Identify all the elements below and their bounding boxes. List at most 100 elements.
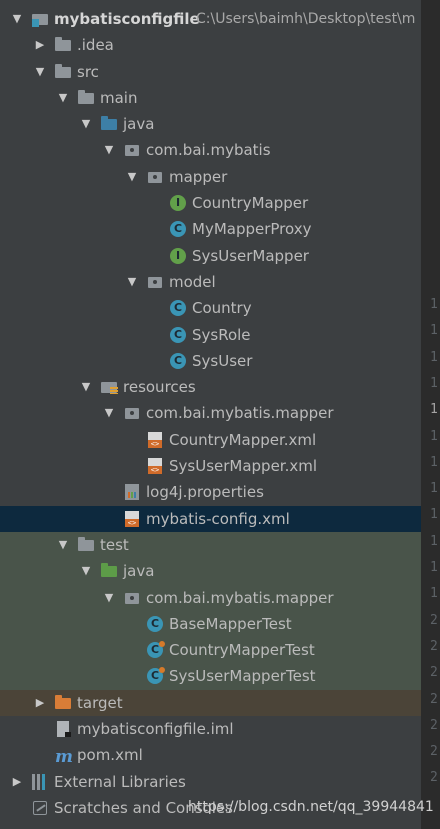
tree-node-label: mybatis-config.xml — [146, 509, 290, 528]
tree-node-label: java — [123, 115, 155, 134]
tree-node-test-pkg[interactable]: ▼ com.bai.mybatis.mapper — [0, 584, 421, 611]
tree-node-main[interactable]: ▼ main — [0, 85, 421, 111]
tree-node-extlibs[interactable]: ▶ External Libraries — [0, 769, 421, 795]
tree-node-main-java[interactable]: ▼ java — [0, 111, 421, 137]
class-icon: C — [170, 221, 186, 238]
package-icon — [124, 405, 140, 421]
chevron-down-icon[interactable]: ▼ — [79, 374, 93, 400]
xml-file-icon — [147, 458, 163, 475]
libraries-icon — [32, 773, 48, 790]
gutter-line-number: 1 — [430, 428, 438, 444]
watermark-url: https://blog.csdn.net/qq_39944841 — [188, 799, 434, 815]
resources-folder-icon — [101, 379, 118, 395]
tree-node-SysUser[interactable]: C SysUser — [0, 348, 421, 374]
tree-node-label: log4j.properties — [146, 483, 264, 502]
properties-file-icon — [124, 484, 140, 501]
chevron-right-icon[interactable]: ▶ — [33, 32, 47, 58]
tree-node-label: Country — [192, 299, 252, 318]
iml-file-icon — [55, 721, 71, 738]
gutter-line-number: 1 — [430, 402, 438, 418]
tree-node-BaseMapperTest[interactable]: C BaseMapperTest — [0, 610, 421, 638]
tree-node-label: pom.xml — [77, 746, 143, 765]
tree-node-SysUserMapperTest[interactable]: C SysUserMapperTest — [0, 663, 421, 690]
tree-node-CountryMapper[interactable]: I CountryMapper — [0, 190, 421, 216]
tree-node-SysUserMapper[interactable]: I SysUserMapper — [0, 243, 421, 269]
tree-node-label: com.bai.mybatis.mapper — [146, 588, 334, 607]
gutter-line-number: 2 — [430, 717, 438, 733]
tree-node-label: SysRole — [192, 325, 251, 344]
gutter-line-number: 2 — [430, 665, 438, 681]
xml-file-icon — [147, 431, 163, 448]
chevron-down-icon[interactable]: ▼ — [56, 85, 70, 111]
gutter-line-number: 1 — [430, 297, 438, 312]
tree-node-res-pkg[interactable]: ▼ com.bai.mybatis.mapper — [0, 400, 421, 426]
source-folder-icon — [101, 116, 117, 132]
chevron-down-icon[interactable]: ▼ — [33, 59, 47, 85]
chevron-down-icon[interactable]: ▼ — [102, 400, 116, 426]
chevron-down-icon[interactable]: ▼ — [102, 137, 116, 163]
tree-node-label: com.bai.mybatis.mapper — [146, 404, 334, 423]
chevron-right-icon[interactable]: ▶ — [33, 690, 47, 716]
tree-node-label: target — [77, 693, 123, 712]
package-icon — [147, 169, 163, 185]
tree-node-pkg-mapper[interactable]: ▼ mapper — [0, 164, 421, 190]
gutter-line-number: 2 — [430, 770, 438, 786]
tree-node-test-java[interactable]: ▼ java — [0, 558, 421, 585]
gutter-line-number: 1 — [430, 375, 438, 391]
gutter-line-number: 1 — [430, 586, 438, 602]
tree-node-iml[interactable]: mybatisconfigfile.iml — [0, 716, 421, 742]
chevron-down-icon[interactable]: ▼ — [125, 164, 139, 190]
tree-node-label: mybatisconfigfile — [54, 10, 200, 28]
tree-node-CountryMapperTest[interactable]: C CountryMapperTest — [0, 637, 421, 664]
tree-node-label: mapper — [169, 167, 228, 186]
module-folder-icon — [32, 11, 48, 27]
tree-node-test[interactable]: ▼ test — [0, 531, 421, 559]
chevron-down-icon[interactable]: ▼ — [79, 558, 93, 584]
tree-node-CountryMapperXml[interactable]: CountryMapper.xml — [0, 427, 421, 453]
gutter-line-number: 1 — [430, 481, 438, 497]
tree-node-pkg-model[interactable]: ▼ model — [0, 269, 421, 295]
gutter-line-number: 1 — [430, 349, 438, 365]
tree-node-label: resources — [123, 378, 196, 397]
tree-node-resources[interactable]: ▼ resources — [0, 374, 421, 400]
interface-icon: I — [170, 195, 186, 212]
gutter-line-number: 1 — [430, 323, 438, 339]
package-icon — [124, 142, 140, 158]
tree-node-label: SysUser — [192, 351, 253, 370]
gutter-line-number: 2 — [430, 612, 438, 628]
tree-node-src[interactable]: ▼ src — [0, 59, 421, 85]
tree-node-Country[interactable]: C Country — [0, 295, 421, 321]
tree-node-SysRole[interactable]: C SysRole — [0, 322, 421, 348]
xml-file-icon — [124, 510, 140, 527]
chevron-right-icon[interactable]: ▶ — [10, 769, 24, 795]
folder-icon — [55, 63, 71, 80]
chevron-down-icon[interactable]: ▼ — [56, 532, 70, 558]
tree-node-label: mybatisconfigfile.iml — [77, 720, 234, 739]
folder-icon — [78, 536, 94, 553]
tree-node-root[interactable]: ▼ mybatisconfigfile C:\Users\baimh\Desktop… — [0, 6, 421, 32]
gutter-line-number: 1 — [430, 454, 438, 470]
chevron-down-icon[interactable]: ▼ — [102, 585, 116, 611]
maven-icon: m — [55, 747, 73, 768]
chevron-down-icon[interactable]: ▼ — [10, 6, 24, 32]
tree-node-SysUserMapperXml[interactable]: SysUserMapper.xml — [0, 453, 421, 479]
chevron-down-icon[interactable]: ▼ — [125, 269, 139, 295]
package-icon — [147, 274, 163, 290]
tree-node-pkg-mybatis[interactable]: ▼ com.bai.mybatis — [0, 137, 421, 163]
project-tree: ▼ mybatisconfigfile C:\Users\baimh\Desktop… — [0, 6, 421, 821]
folder-icon — [55, 37, 71, 53]
tree-node-label: SysUserMapper.xml — [169, 457, 318, 476]
gutter-line-number: 1 — [430, 507, 438, 523]
class-icon: C — [170, 300, 186, 317]
tree-node-target[interactable]: ▶ target — [0, 689, 421, 717]
scratches-icon — [32, 800, 48, 816]
tree-node-label: .idea — [77, 36, 114, 55]
tree-node-log4j[interactable]: log4j.properties — [0, 479, 421, 505]
tree-node-idea[interactable]: ▶ .idea — [0, 32, 421, 58]
chevron-down-icon[interactable]: ▼ — [79, 111, 93, 137]
tree-node-pom[interactable]: m pom.xml — [0, 742, 421, 768]
tree-node-MyMapperProxy[interactable]: C MyMapperProxy — [0, 216, 421, 242]
tree-node-mybatisConfig[interactable]: mybatis-config.xml — [0, 505, 421, 532]
tree-node-label: MyMapperProxy — [192, 220, 312, 239]
test-class-icon: C — [147, 667, 165, 685]
